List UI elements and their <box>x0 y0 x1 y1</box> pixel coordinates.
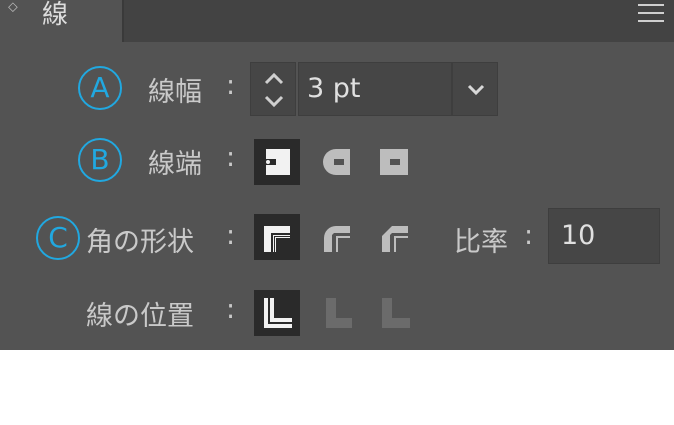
panel-header-bar <box>122 0 674 42</box>
stroke-panel: ⬦ 線 A 線幅 : 3 pt B 線端 : C 角の形状: 比率: 10 … <box>0 0 674 350</box>
align-label: 線の位置 <box>86 301 194 332</box>
ratio-colon: : <box>524 220 534 251</box>
align-outside-icon <box>382 298 410 328</box>
ratio-label: 比率 <box>454 227 508 258</box>
cap-colon: : <box>226 142 236 173</box>
weight-input[interactable]: 3 pt <box>298 62 452 116</box>
round-join-button[interactable] <box>314 214 360 260</box>
round-cap-button[interactable] <box>314 139 360 185</box>
projecting-cap-button[interactable] <box>372 139 418 185</box>
badge-b: B <box>78 138 122 182</box>
panel-title: 線 <box>42 0 69 30</box>
bevel-join-icon <box>382 226 408 252</box>
weight-label: 線幅 <box>148 77 202 108</box>
weight-dropdown-button[interactable] <box>452 62 498 116</box>
bevel-join-button[interactable] <box>372 214 418 260</box>
align-outside-button[interactable] <box>372 290 418 336</box>
round-join-icon <box>324 226 350 252</box>
butt-cap-icon <box>266 149 290 175</box>
miter-join-button[interactable] <box>254 214 300 260</box>
chevron-down-icon <box>467 84 485 96</box>
round-cap-icon <box>323 149 350 175</box>
stepper-arrows-icon <box>264 72 284 108</box>
corner-colon: : <box>226 220 236 251</box>
collapse-arrows-icon[interactable]: ⬦ <box>8 0 18 14</box>
badge-a: A <box>78 66 122 110</box>
butt-cap-button[interactable] <box>254 139 300 185</box>
miter-join-icon <box>264 226 290 252</box>
panel-tab[interactable]: ⬦ 線 <box>0 0 122 42</box>
align-inside-button[interactable] <box>314 290 360 336</box>
align-center-button[interactable] <box>254 290 300 336</box>
badge-c: C <box>36 216 80 260</box>
align-inside-icon <box>326 298 352 328</box>
align-center-icon <box>264 298 292 328</box>
weight-colon: : <box>226 70 236 101</box>
projecting-cap-icon <box>380 149 408 175</box>
ratio-input[interactable]: 10 <box>548 208 660 264</box>
corner-label: 角の形状 <box>86 227 194 258</box>
weight-stepper[interactable] <box>250 62 296 116</box>
align-colon: : <box>226 294 236 325</box>
cap-label: 線端 <box>148 149 202 180</box>
hamburger-menu-icon[interactable] <box>638 4 664 22</box>
